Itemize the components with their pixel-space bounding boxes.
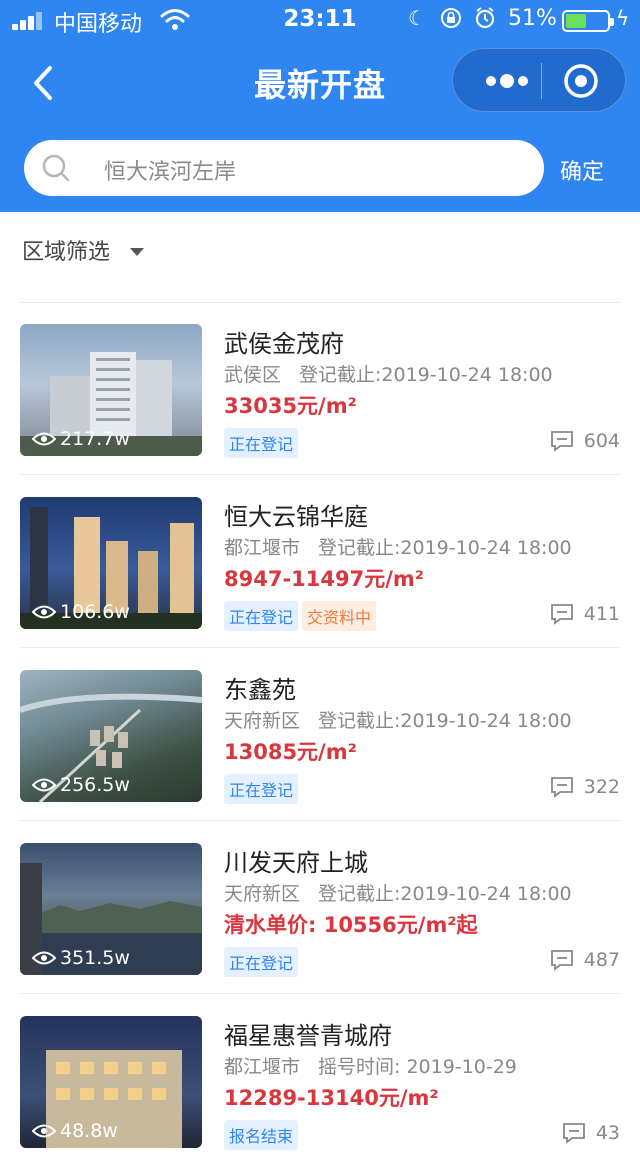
battery-percent: 51% <box>508 6 557 31</box>
view-count: 106.6w <box>32 601 130 623</box>
search-box[interactable]: 恒大滨河左岸 <box>24 140 544 196</box>
listing-price: 12289-13140元/m² <box>224 1086 439 1110</box>
caret-down-icon[interactable] <box>130 248 144 256</box>
comment-count-value: 43 <box>595 1122 620 1144</box>
listing-district: 都江堰市 <box>224 537 301 559</box>
listing-tags: 报名结束 <box>224 1120 302 1150</box>
navbar: 最新开盘 <box>0 48 640 118</box>
eye-icon <box>32 951 56 965</box>
listing-name[interactable]: 川发天府上城 <box>224 843 368 878</box>
close-miniprogram-icon[interactable] <box>563 63 599 99</box>
listing-name[interactable]: 武侯金茂府 <box>224 324 344 359</box>
view-count: 217.7w <box>32 428 130 450</box>
status-tag: 正在登记 <box>224 428 299 458</box>
listing-deadline: 登记截止:2019-10-24 18:00 <box>318 710 572 732</box>
listing-price: 清水单价: 10556元/m²起 <box>224 913 478 937</box>
region-filter[interactable]: 区域筛选 <box>22 234 110 266</box>
comment-count[interactable]: 487 <box>550 949 620 971</box>
listing-item[interactable]: 106.6w 恒大云锦华庭 都江堰市 登记截止:2019-10-24 18:00 … <box>0 475 640 648</box>
listing-meta: 天府新区 登记截止:2019-10-24 18:00 <box>224 706 572 733</box>
view-count: 256.5w <box>32 774 130 796</box>
status-tag: 正在登记 <box>224 601 299 631</box>
view-count: 351.5w <box>32 947 130 969</box>
comment-icon <box>550 604 573 625</box>
charging-icon: ϟ <box>616 6 630 30</box>
eye-icon <box>32 1124 56 1138</box>
listing-deadline: 登记截止:2019-10-24 18:00 <box>318 883 572 905</box>
listing-price: 8947-11497元/m² <box>224 567 424 591</box>
more-icon[interactable] <box>477 67 537 95</box>
listing-item[interactable]: 351.5w 川发天府上城 天府新区 登记截止:2019-10-24 18:00 … <box>0 821 640 994</box>
comment-count-value: 604 <box>583 430 620 452</box>
search-input[interactable]: 恒大滨河左岸 <box>104 154 236 186</box>
filter-bar: 区域筛选 <box>0 212 640 302</box>
view-count-value: 48.8w <box>60 1120 118 1142</box>
rotation-lock-icon <box>441 8 461 28</box>
battery-icon <box>562 10 614 32</box>
listing-district: 都江堰市 <box>224 1056 301 1078</box>
view-count: 48.8w <box>32 1120 118 1142</box>
comment-count[interactable]: 322 <box>550 776 620 798</box>
listing-meta: 天府新区 登记截止:2019-10-24 18:00 <box>224 879 572 906</box>
status-tag: 交资料中 <box>302 601 377 631</box>
listing-name[interactable]: 恒大云锦华庭 <box>224 497 368 532</box>
comment-count[interactable]: 43 <box>562 1122 620 1144</box>
listing-deadline: 摇号时间: 2019-10-29 <box>318 1056 517 1078</box>
comment-icon <box>550 950 573 971</box>
listing-district: 天府新区 <box>224 883 301 905</box>
listing-tags: 正在登记 <box>224 947 302 977</box>
comment-icon <box>550 777 573 798</box>
do-not-disturb-icon: ☾ <box>408 6 426 30</box>
alarm-icon <box>475 7 495 29</box>
status-tag: 正在登记 <box>224 947 299 977</box>
search-icon <box>42 154 70 182</box>
listing-deadline: 登记截止:2019-10-24 18:00 <box>299 364 553 386</box>
eye-icon <box>32 432 56 446</box>
eye-icon <box>32 778 56 792</box>
comment-icon <box>550 431 573 452</box>
listing-item[interactable]: 217.7w 武侯金茂府 武侯区 登记截止:2019-10-24 18:00 33… <box>0 302 640 475</box>
listing-name[interactable]: 福星惠誉青城府 <box>224 1016 392 1051</box>
comment-count-value: 487 <box>583 949 620 971</box>
listing-photo[interactable]: 217.7w <box>20 324 202 456</box>
status-tag: 报名结束 <box>224 1120 299 1150</box>
listing-photo[interactable]: 106.6w <box>20 497 202 629</box>
comment-icon <box>562 1123 585 1144</box>
listing-tags: 正在登记 <box>224 428 302 458</box>
listing-name[interactable]: 东鑫苑 <box>224 670 296 705</box>
comment-count-value: 322 <box>583 776 620 798</box>
listing-district: 武侯区 <box>224 364 282 386</box>
listing-photo[interactable]: 351.5w <box>20 843 202 975</box>
view-count-value: 106.6w <box>60 601 130 623</box>
status-tag: 正在登记 <box>224 774 299 804</box>
listing-photo[interactable]: 48.8w <box>20 1016 202 1148</box>
listing-deadline: 登记截止:2019-10-24 18:00 <box>318 537 572 559</box>
header: 中国移动 23:11 ☾ 51% ϟ 最新开盘 恒大滨河左岸 确定 <box>0 0 640 212</box>
listing-tags: 正在登记 <box>224 774 302 804</box>
comment-count[interactable]: 411 <box>550 603 620 625</box>
listing-meta: 武侯区 登记截止:2019-10-24 18:00 <box>224 360 553 387</box>
view-count-value: 351.5w <box>60 947 130 969</box>
comment-count-value: 411 <box>583 603 620 625</box>
listing-meta: 都江堰市 登记截止:2019-10-24 18:00 <box>224 533 572 560</box>
listing-price: 13085元/m² <box>224 740 357 764</box>
listing-photo[interactable]: 256.5w <box>20 670 202 802</box>
eye-icon <box>32 605 56 619</box>
confirm-button[interactable]: 确定 <box>560 154 604 186</box>
status-bar: 中国移动 23:11 ☾ 51% ϟ <box>0 0 640 42</box>
listing-tags: 正在登记 交资料中 <box>224 601 380 631</box>
miniprogram-capsule <box>452 48 626 112</box>
view-count-value: 217.7w <box>60 428 130 450</box>
battery-fill <box>566 14 587 28</box>
comment-count[interactable]: 604 <box>550 430 620 452</box>
listing-item[interactable]: 48.8w 福星惠誉青城府 都江堰市 摇号时间: 2019-10-29 12289… <box>0 994 640 1167</box>
listing-meta: 都江堰市 摇号时间: 2019-10-29 <box>224 1052 517 1079</box>
battery-tip <box>610 18 614 26</box>
view-count-value: 256.5w <box>60 774 130 796</box>
capsule-divider <box>541 63 542 99</box>
listing-district: 天府新区 <box>224 710 301 732</box>
listing-price: 33035元/m² <box>224 394 357 418</box>
listing-item[interactable]: 256.5w 东鑫苑 天府新区 登记截止:2019-10-24 18:00 130… <box>0 648 640 821</box>
